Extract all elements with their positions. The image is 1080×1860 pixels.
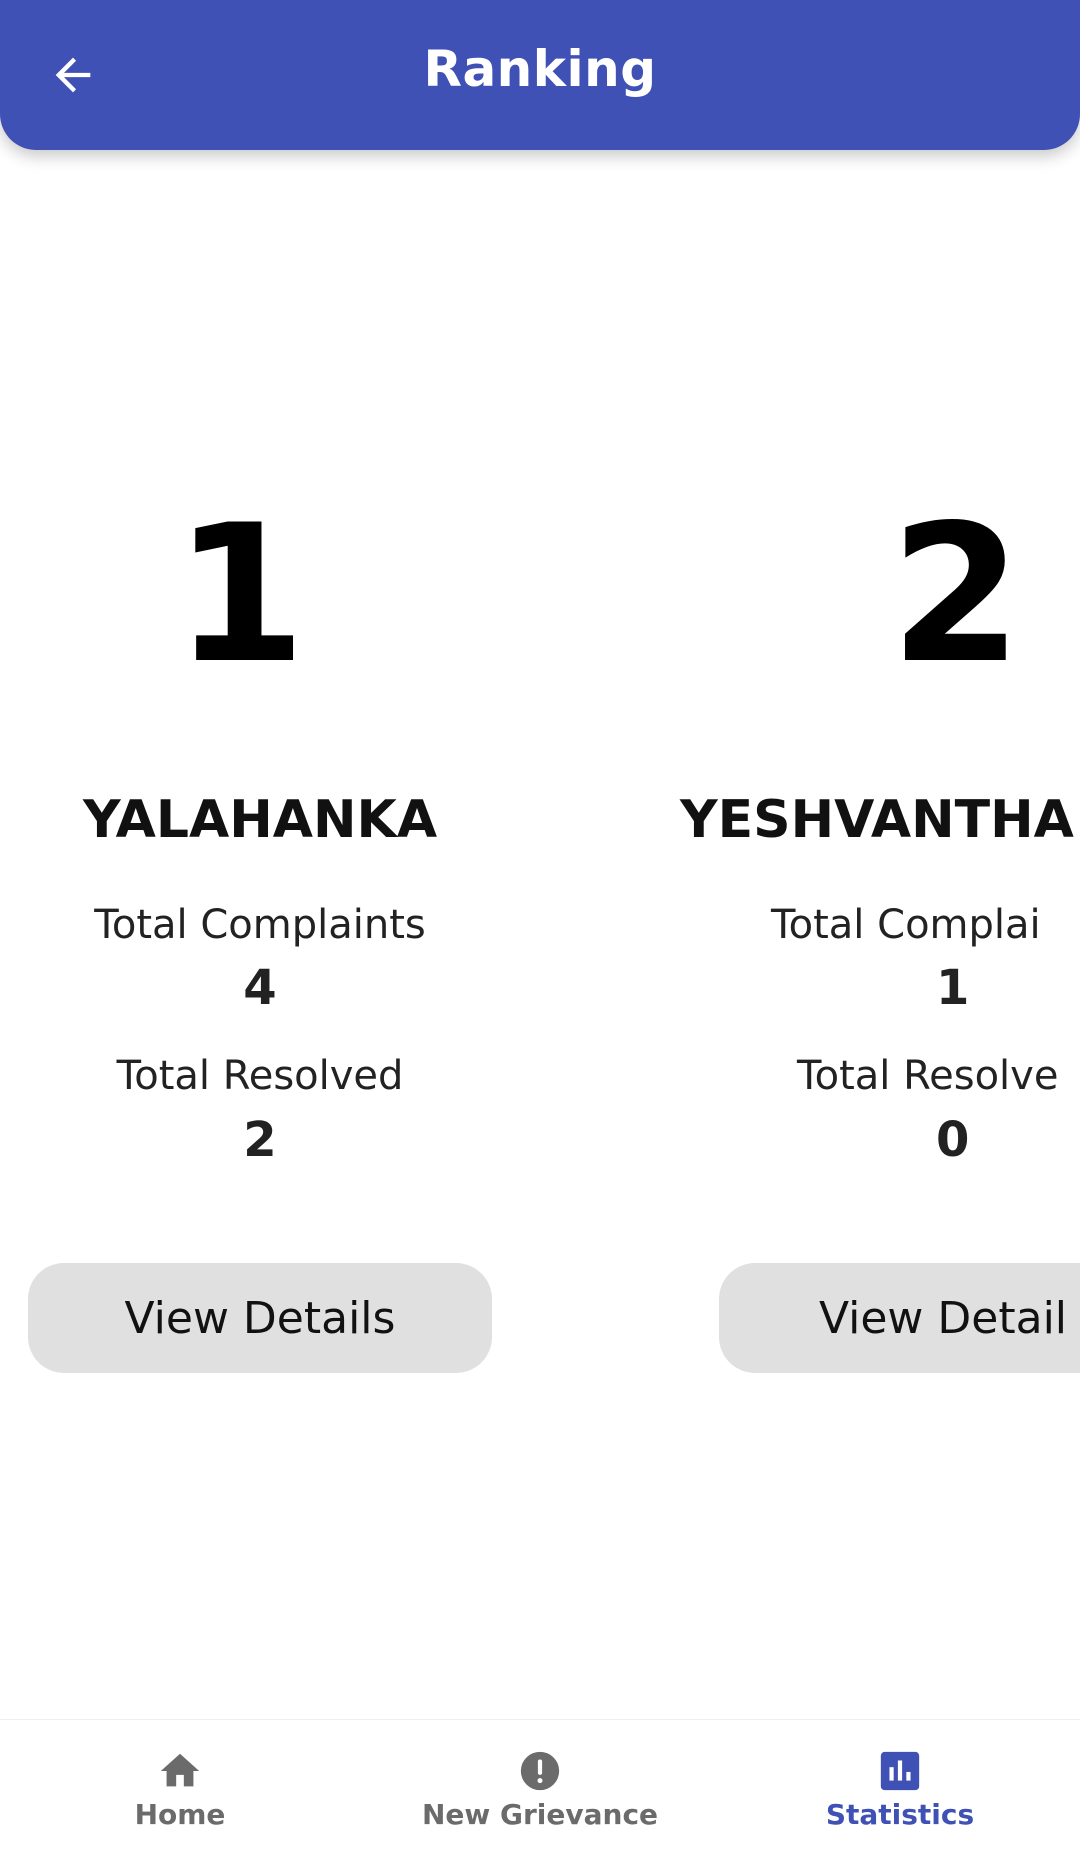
nav-item-statistics[interactable]: Statistics bbox=[720, 1720, 1080, 1860]
home-icon bbox=[160, 1753, 200, 1787]
bottom-navigation: Home New Grievance Statistics bbox=[0, 1719, 1080, 1860]
nav-item-home[interactable]: Home bbox=[0, 1720, 360, 1860]
nav-item-label: Statistics bbox=[825, 1798, 975, 1831]
total-resolved-value: 2 bbox=[243, 1112, 277, 1168]
nav-item-new-grievance[interactable]: New Grievance bbox=[360, 1720, 720, 1860]
zone-name: YESHVANTHA bbox=[680, 790, 1074, 850]
ranking-card: 1 YALAHANKA Total Complaints 4 Total Res… bbox=[0, 150, 520, 1720]
view-details-button[interactable]: View Details bbox=[28, 1263, 492, 1373]
nav-item-label: New Grievance bbox=[421, 1798, 659, 1831]
total-complaints-label: Total Complaints bbox=[94, 902, 426, 948]
nav-item-label: Home bbox=[134, 1798, 226, 1831]
total-complaints-value: 1 bbox=[936, 960, 970, 1016]
app-bar: Ranking bbox=[0, 0, 1080, 150]
page-title: Ranking bbox=[423, 40, 657, 98]
zone-name: YALAHANKA bbox=[82, 790, 438, 850]
view-details-button[interactable]: View Detail bbox=[719, 1263, 1080, 1373]
total-resolved-label: Total Resolve bbox=[797, 1053, 1059, 1099]
total-complaints-value: 4 bbox=[243, 960, 277, 1016]
rank-number: 2 bbox=[890, 484, 1023, 705]
bar-chart-icon bbox=[880, 1751, 920, 1791]
app-root: Ranking 1 YALAHANKA Total Complaints 4 T… bbox=[0, 0, 1080, 1860]
total-complaints-label: Total Complai bbox=[771, 902, 1041, 948]
ranking-carousel[interactable]: 1 YALAHANKA Total Complaints 4 Total Res… bbox=[0, 150, 1080, 1720]
rank-number: 1 bbox=[173, 484, 307, 705]
ranking-card: 2 YESHVANTHA Total Complai 1 Total Resol… bbox=[680, 150, 1080, 1720]
total-resolved-value: 0 bbox=[936, 1112, 970, 1168]
alert-circle-icon bbox=[520, 1751, 560, 1791]
total-resolved-label: Total Resolved bbox=[116, 1053, 404, 1099]
